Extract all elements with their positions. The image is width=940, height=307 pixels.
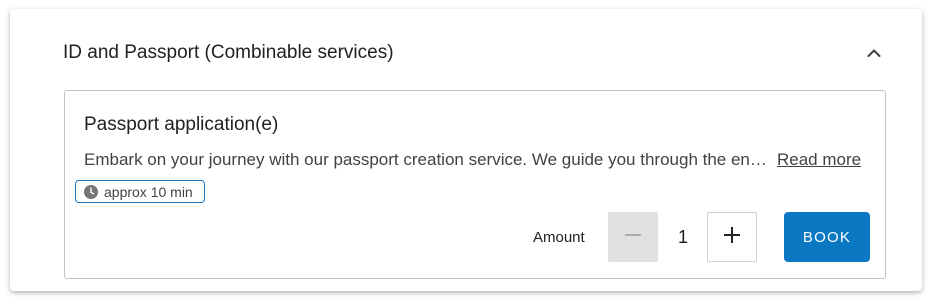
increment-button[interactable] — [707, 212, 757, 262]
minus-icon — [624, 226, 642, 249]
duration-badge: approx 10 min — [75, 180, 205, 203]
decrement-button[interactable] — [608, 212, 658, 262]
chevron-up-icon — [862, 41, 886, 65]
panel-header[interactable]: ID and Passport (Combinable services) — [10, 9, 922, 91]
service-card: Passport application(e) Embark on your j… — [64, 90, 886, 279]
read-more-link[interactable]: Read more — [777, 149, 861, 171]
book-button[interactable]: BOOK — [784, 212, 870, 262]
service-description: Embark on your journey with our passport… — [84, 150, 768, 169]
plus-icon — [723, 226, 741, 249]
panel-title: ID and Passport (Combinable services) — [63, 42, 394, 63]
service-title: Passport application(e) — [84, 114, 279, 135]
quantity-value: 1 — [677, 227, 688, 247]
amount-label: Amount — [533, 229, 585, 246]
duration-label: approx 10 min — [104, 183, 193, 200]
collapse-button[interactable] — [862, 41, 886, 65]
clock-icon — [84, 184, 98, 199]
services-panel: ID and Passport (Combinable services) Pa… — [10, 9, 922, 291]
